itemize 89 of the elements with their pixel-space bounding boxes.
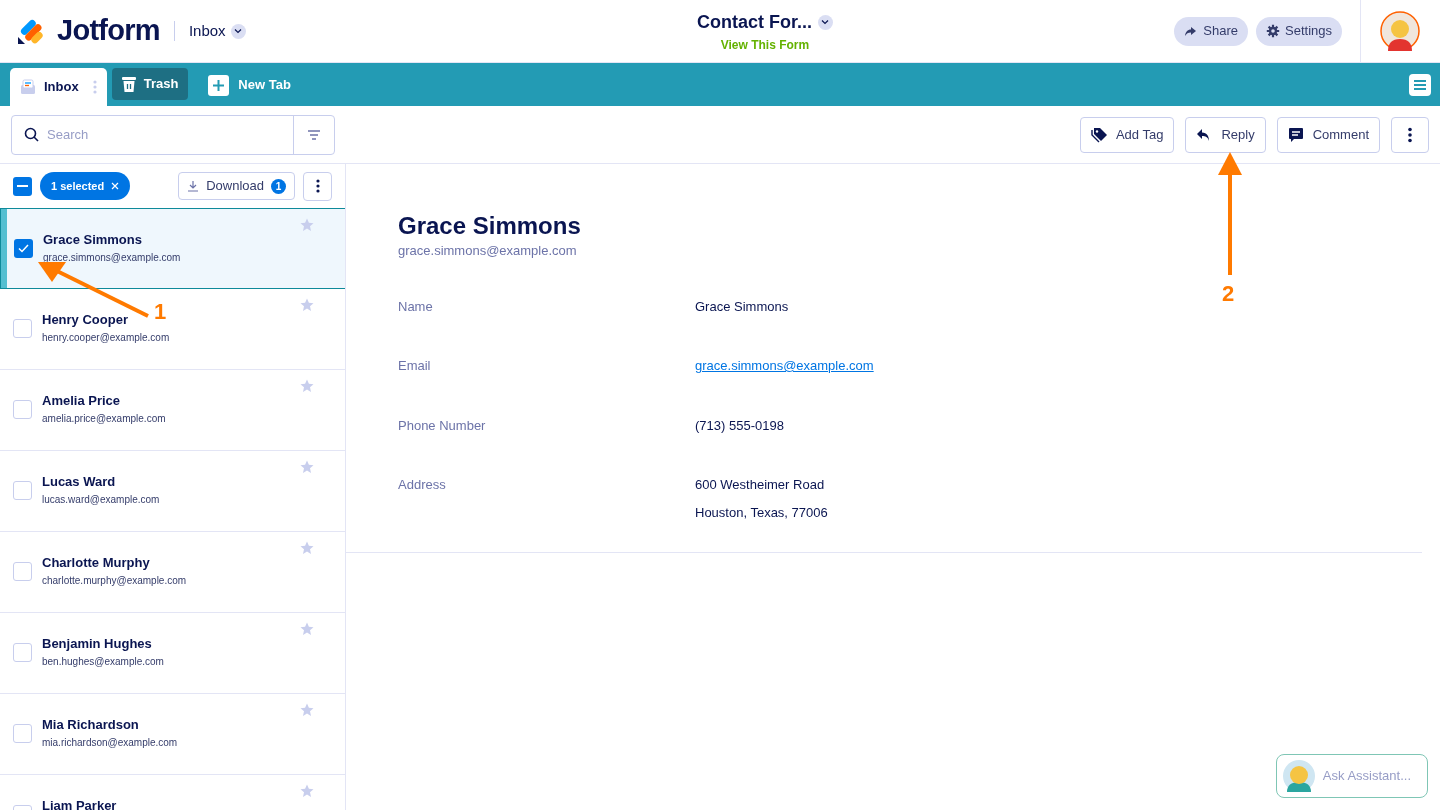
more-vertical-icon xyxy=(1408,126,1412,143)
header-button[interactable]: Settings xyxy=(1256,16,1342,46)
star-icon[interactable] xyxy=(300,541,314,555)
selection-chip[interactable]: 1 selected xyxy=(40,172,131,200)
submission-item[interactable]: Mia Richardson mia.richardson@example.com xyxy=(0,694,345,775)
submission-item[interactable]: Liam Parker xyxy=(0,775,345,810)
detail-email: grace.simmons@example.com xyxy=(398,242,578,260)
submission-item[interactable]: Grace Simmons grace.simmons@example.com xyxy=(0,208,345,289)
count-badge: 1 xyxy=(271,178,286,194)
submitter-email: henry.cooper@example.com xyxy=(42,331,170,345)
brand-name: Jotform xyxy=(57,13,160,49)
submitter-name: Benjamin Hughes xyxy=(42,635,152,652)
checkbox[interactable] xyxy=(13,319,32,338)
search-field[interactable]: Search xyxy=(11,114,335,155)
submitter-name: Lucas Ward xyxy=(42,473,116,490)
submitter-email: mia.richardson@example.com xyxy=(42,736,178,750)
field-value: Houston, Texas, 77006 xyxy=(695,503,828,522)
form-dropdown[interactable] xyxy=(817,14,833,30)
star-icon[interactable] xyxy=(300,622,314,636)
avatar-icon[interactable] xyxy=(1380,11,1420,51)
checkbox[interactable] xyxy=(13,724,32,743)
submitter-email: lucas.ward@example.com xyxy=(42,493,160,507)
submitter-name: Charlotte Murphy xyxy=(42,554,150,571)
tag-icon xyxy=(1090,126,1107,143)
plus-icon xyxy=(208,74,230,96)
check-icon xyxy=(18,244,29,253)
inbox-icon xyxy=(20,79,36,95)
field-label: Name xyxy=(398,297,434,316)
email-link[interactable]: grace.simmons@example.com xyxy=(695,356,874,376)
field-value: (713) 555-0198 xyxy=(695,416,784,435)
tab[interactable]: Trash xyxy=(111,68,189,100)
checkbox[interactable] xyxy=(13,643,32,662)
submitter-email: grace.simmons@example.com xyxy=(43,251,181,265)
more-vertical-icon xyxy=(315,179,320,193)
submitter-name: Mia Richardson xyxy=(42,716,139,733)
more-button[interactable] xyxy=(303,171,332,201)
submitter-email: charlotte.murphy@example.com xyxy=(42,574,187,588)
field-label: Email xyxy=(398,357,432,375)
field-label: Address xyxy=(398,476,447,494)
menu-icon xyxy=(1413,79,1427,91)
more-button[interactable] xyxy=(1391,116,1429,153)
select-all-checkbox[interactable] xyxy=(13,176,32,196)
search-input[interactable]: Search xyxy=(47,124,293,145)
submission-item[interactable]: Benjamin Hughes ben.hughes@example.com xyxy=(0,613,345,694)
settings-icon xyxy=(1266,24,1280,38)
star-icon[interactable] xyxy=(300,218,314,232)
minus-icon xyxy=(17,185,28,187)
download-icon xyxy=(187,180,200,192)
checkbox[interactable] xyxy=(13,400,32,419)
submission-item[interactable]: Amelia Price amelia.price@example.com xyxy=(0,370,345,451)
field-value: Grace Simmons xyxy=(695,297,789,316)
section-dropdown[interactable]: Inbox xyxy=(188,19,246,43)
field-label: Phone Number xyxy=(398,416,487,435)
more-vertical-icon xyxy=(92,79,97,95)
filter-icon xyxy=(308,129,320,140)
submission-item[interactable]: Charlotte Murphy charlotte.murphy@example.com xyxy=(0,532,345,613)
submission-item[interactable]: Lucas Ward lucas.ward@example.com xyxy=(0,451,345,532)
star-icon[interactable] xyxy=(300,703,314,717)
submitter-email: ben.hughes@example.com xyxy=(42,655,164,669)
submitter-name: Amelia Price xyxy=(42,392,121,409)
toolbar-button[interactable]: Add Tag xyxy=(1079,116,1175,153)
trash-icon xyxy=(121,76,136,92)
checkbox[interactable] xyxy=(14,239,33,258)
close-icon xyxy=(111,182,120,190)
tab[interactable]: Inbox xyxy=(10,68,107,106)
assistant-avatar-icon xyxy=(1282,760,1315,792)
submitter-email: amelia.price@example.com xyxy=(42,412,166,426)
comment-icon xyxy=(1287,126,1304,143)
star-icon[interactable] xyxy=(300,784,314,798)
header-button[interactable]: Share xyxy=(1174,16,1248,46)
star-icon[interactable] xyxy=(300,460,314,474)
detail-name: Grace Simmons xyxy=(398,211,582,241)
toolbar-button[interactable]: Reply xyxy=(1185,116,1266,153)
download-button[interactable]: Download 1 xyxy=(178,172,295,200)
form-title: Contact For... xyxy=(696,10,812,34)
submitter-name: Grace Simmons xyxy=(43,231,142,248)
logo-icon xyxy=(17,17,45,45)
toolbar-button[interactable]: Comment xyxy=(1276,116,1380,153)
checkbox[interactable] xyxy=(13,562,32,581)
checkbox[interactable] xyxy=(13,481,32,500)
star-icon[interactable] xyxy=(300,379,314,393)
star-icon[interactable] xyxy=(300,298,314,312)
search-icon xyxy=(24,127,39,142)
submitter-name: Liam Parker xyxy=(42,797,117,810)
submitter-name: Henry Cooper xyxy=(42,311,128,328)
chevron-down-icon xyxy=(821,18,830,26)
chevron-down-icon xyxy=(234,27,243,35)
field-value: 600 Westheimer Road xyxy=(695,476,826,494)
menu-button[interactable] xyxy=(1409,74,1431,96)
